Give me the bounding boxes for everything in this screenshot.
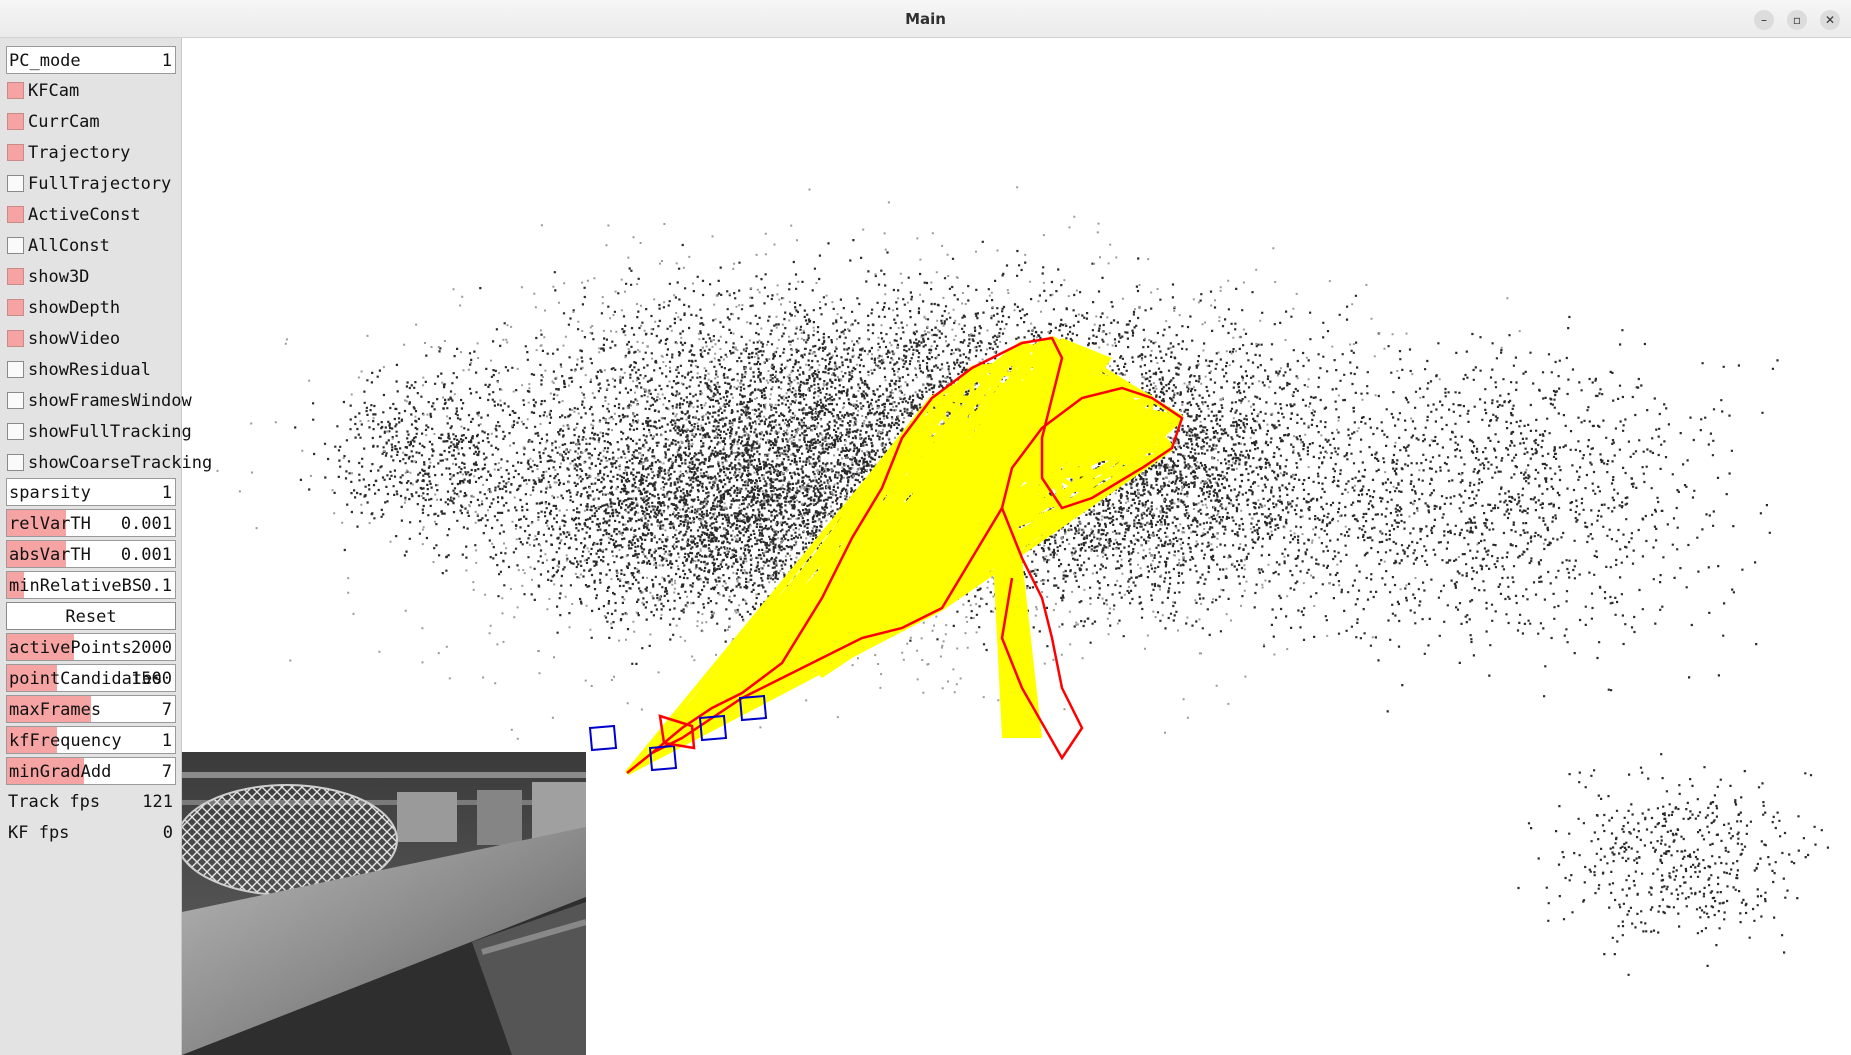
checkbox-box[interactable] [7,144,24,161]
kffrequency-value: 1 [161,731,172,751]
checkbox-box[interactable] [7,82,24,99]
checkbox-showcoarsetracking[interactable]: showCoarseTracking [6,449,212,477]
checkbox-trajectory[interactable]: Trajectory [6,139,176,167]
checkbox-box[interactable] [7,330,24,347]
checkbox-currcam[interactable]: CurrCam [6,108,176,136]
checkbox-activeconst[interactable]: ActiveConst [6,201,176,229]
minimize-button[interactable]: – [1754,10,1774,30]
kf-fps-readout: KF fps 0 [6,819,176,847]
relvarth-value: 0.001 [120,514,172,534]
kffrequency-label: kfFrequency [9,731,122,751]
absvarth-value: 0.001 [120,545,172,565]
track-fps-value: 121 [142,792,173,812]
relvarth-slider[interactable]: relVarTH 0.001 [6,509,176,537]
checkbox-label: CurrCam [28,112,100,132]
control-panel: PC_mode 1 KFCam CurrCam Trajectory FullTraj… [0,38,212,1055]
checkbox-label: showFullTracking [28,422,192,442]
checkbox-box[interactable] [7,206,24,223]
window-title: Main [905,10,946,28]
kf-fps-label: KF fps [8,823,70,843]
absvarth-slider[interactable]: absVarTH 0.001 [6,540,176,568]
checkbox-label: FullTrajectory [28,174,172,194]
checkbox-label: Trajectory [28,143,131,163]
pc-mode-value: 1 [161,51,172,71]
sparsity-label: sparsity [9,483,91,503]
mingradadd-value: 7 [161,762,172,782]
checkbox-box[interactable] [7,454,24,471]
window-titlebar: Main – ▫ ✕ [0,0,1851,38]
kf-fps-value: 0 [162,823,173,843]
sparsity-field[interactable]: sparsity 1 [6,478,176,506]
checkbox-showdepth[interactable]: showDepth [6,294,176,322]
checkbox-allconst[interactable]: AllConst [6,232,176,260]
checkbox-box[interactable] [7,392,24,409]
checkbox-label: show3D [28,267,90,287]
maxframes-label: maxFrames [9,700,102,720]
video-frame-view [182,752,586,1055]
checkbox-box[interactable] [7,423,24,440]
checkbox-showvideo[interactable]: showVideo [6,325,176,353]
pc-mode-field[interactable]: PC_mode 1 [6,46,176,74]
checkbox-label: showDepth [28,298,121,318]
checkbox-fulltrajectory[interactable]: FullTrajectory [6,170,176,198]
relvarth-label: relVarTH [9,514,91,534]
checkbox-label: showVideo [28,329,121,349]
close-button[interactable]: ✕ [1820,10,1840,30]
track-fps-readout: Track fps 121 [6,788,176,816]
checkbox-label: ActiveConst [28,205,141,225]
checkbox-showfulltracking[interactable]: showFullTracking [6,418,192,446]
checkbox-box[interactable] [7,361,24,378]
absvarth-label: absVarTH [9,545,91,565]
mingradadd-label: minGradAdd [9,762,112,782]
checkbox-label: showResidual [28,360,151,380]
mingradadd-slider[interactable]: minGradAdd 7 [6,757,176,785]
activepoints-value: 2000 [131,638,172,658]
checkbox-box[interactable] [7,113,24,130]
reset-button[interactable]: Reset [6,602,176,630]
minrelativebs-slider[interactable]: minRelativeBS 0.1 [6,571,176,599]
checkbox-box[interactable] [7,268,24,285]
checkbox-showresidual[interactable]: showResidual [6,356,176,384]
track-fps-label: Track fps [8,792,101,812]
pointcandidates-value: 1500 [131,669,172,689]
checkbox-label: KFCam [28,81,80,101]
maxframes-value: 7 [161,700,172,720]
activepoints-slider[interactable]: activePoints 2000 [6,633,176,661]
pointcandidates-slider[interactable]: pointCandidates 1500 [6,664,176,692]
camera-frustum [588,724,618,752]
kffrequency-slider[interactable]: kfFrequency 1 [6,726,176,754]
sparsity-value: 1 [161,483,172,503]
checkbox-label: AllConst [28,236,110,256]
activepoints-label: activePoints [9,638,132,658]
pc-mode-label: PC_mode [9,51,81,71]
minrelativebs-label: minRelativeBS [9,576,143,596]
checkbox-show3d[interactable]: show3D [6,263,176,291]
checkbox-box[interactable] [7,237,24,254]
checkbox-label: showFramesWindow [28,391,192,411]
checkbox-showframeswindow[interactable]: showFramesWindow [6,387,192,415]
minrelativebs-value: 0.1 [141,576,172,596]
maxframes-slider[interactable]: maxFrames 7 [6,695,176,723]
checkbox-box[interactable] [7,299,24,316]
checkbox-box[interactable] [7,175,24,192]
checkbox-kfcam[interactable]: KFCam [6,77,176,105]
maximize-button[interactable]: ▫ [1787,10,1807,30]
